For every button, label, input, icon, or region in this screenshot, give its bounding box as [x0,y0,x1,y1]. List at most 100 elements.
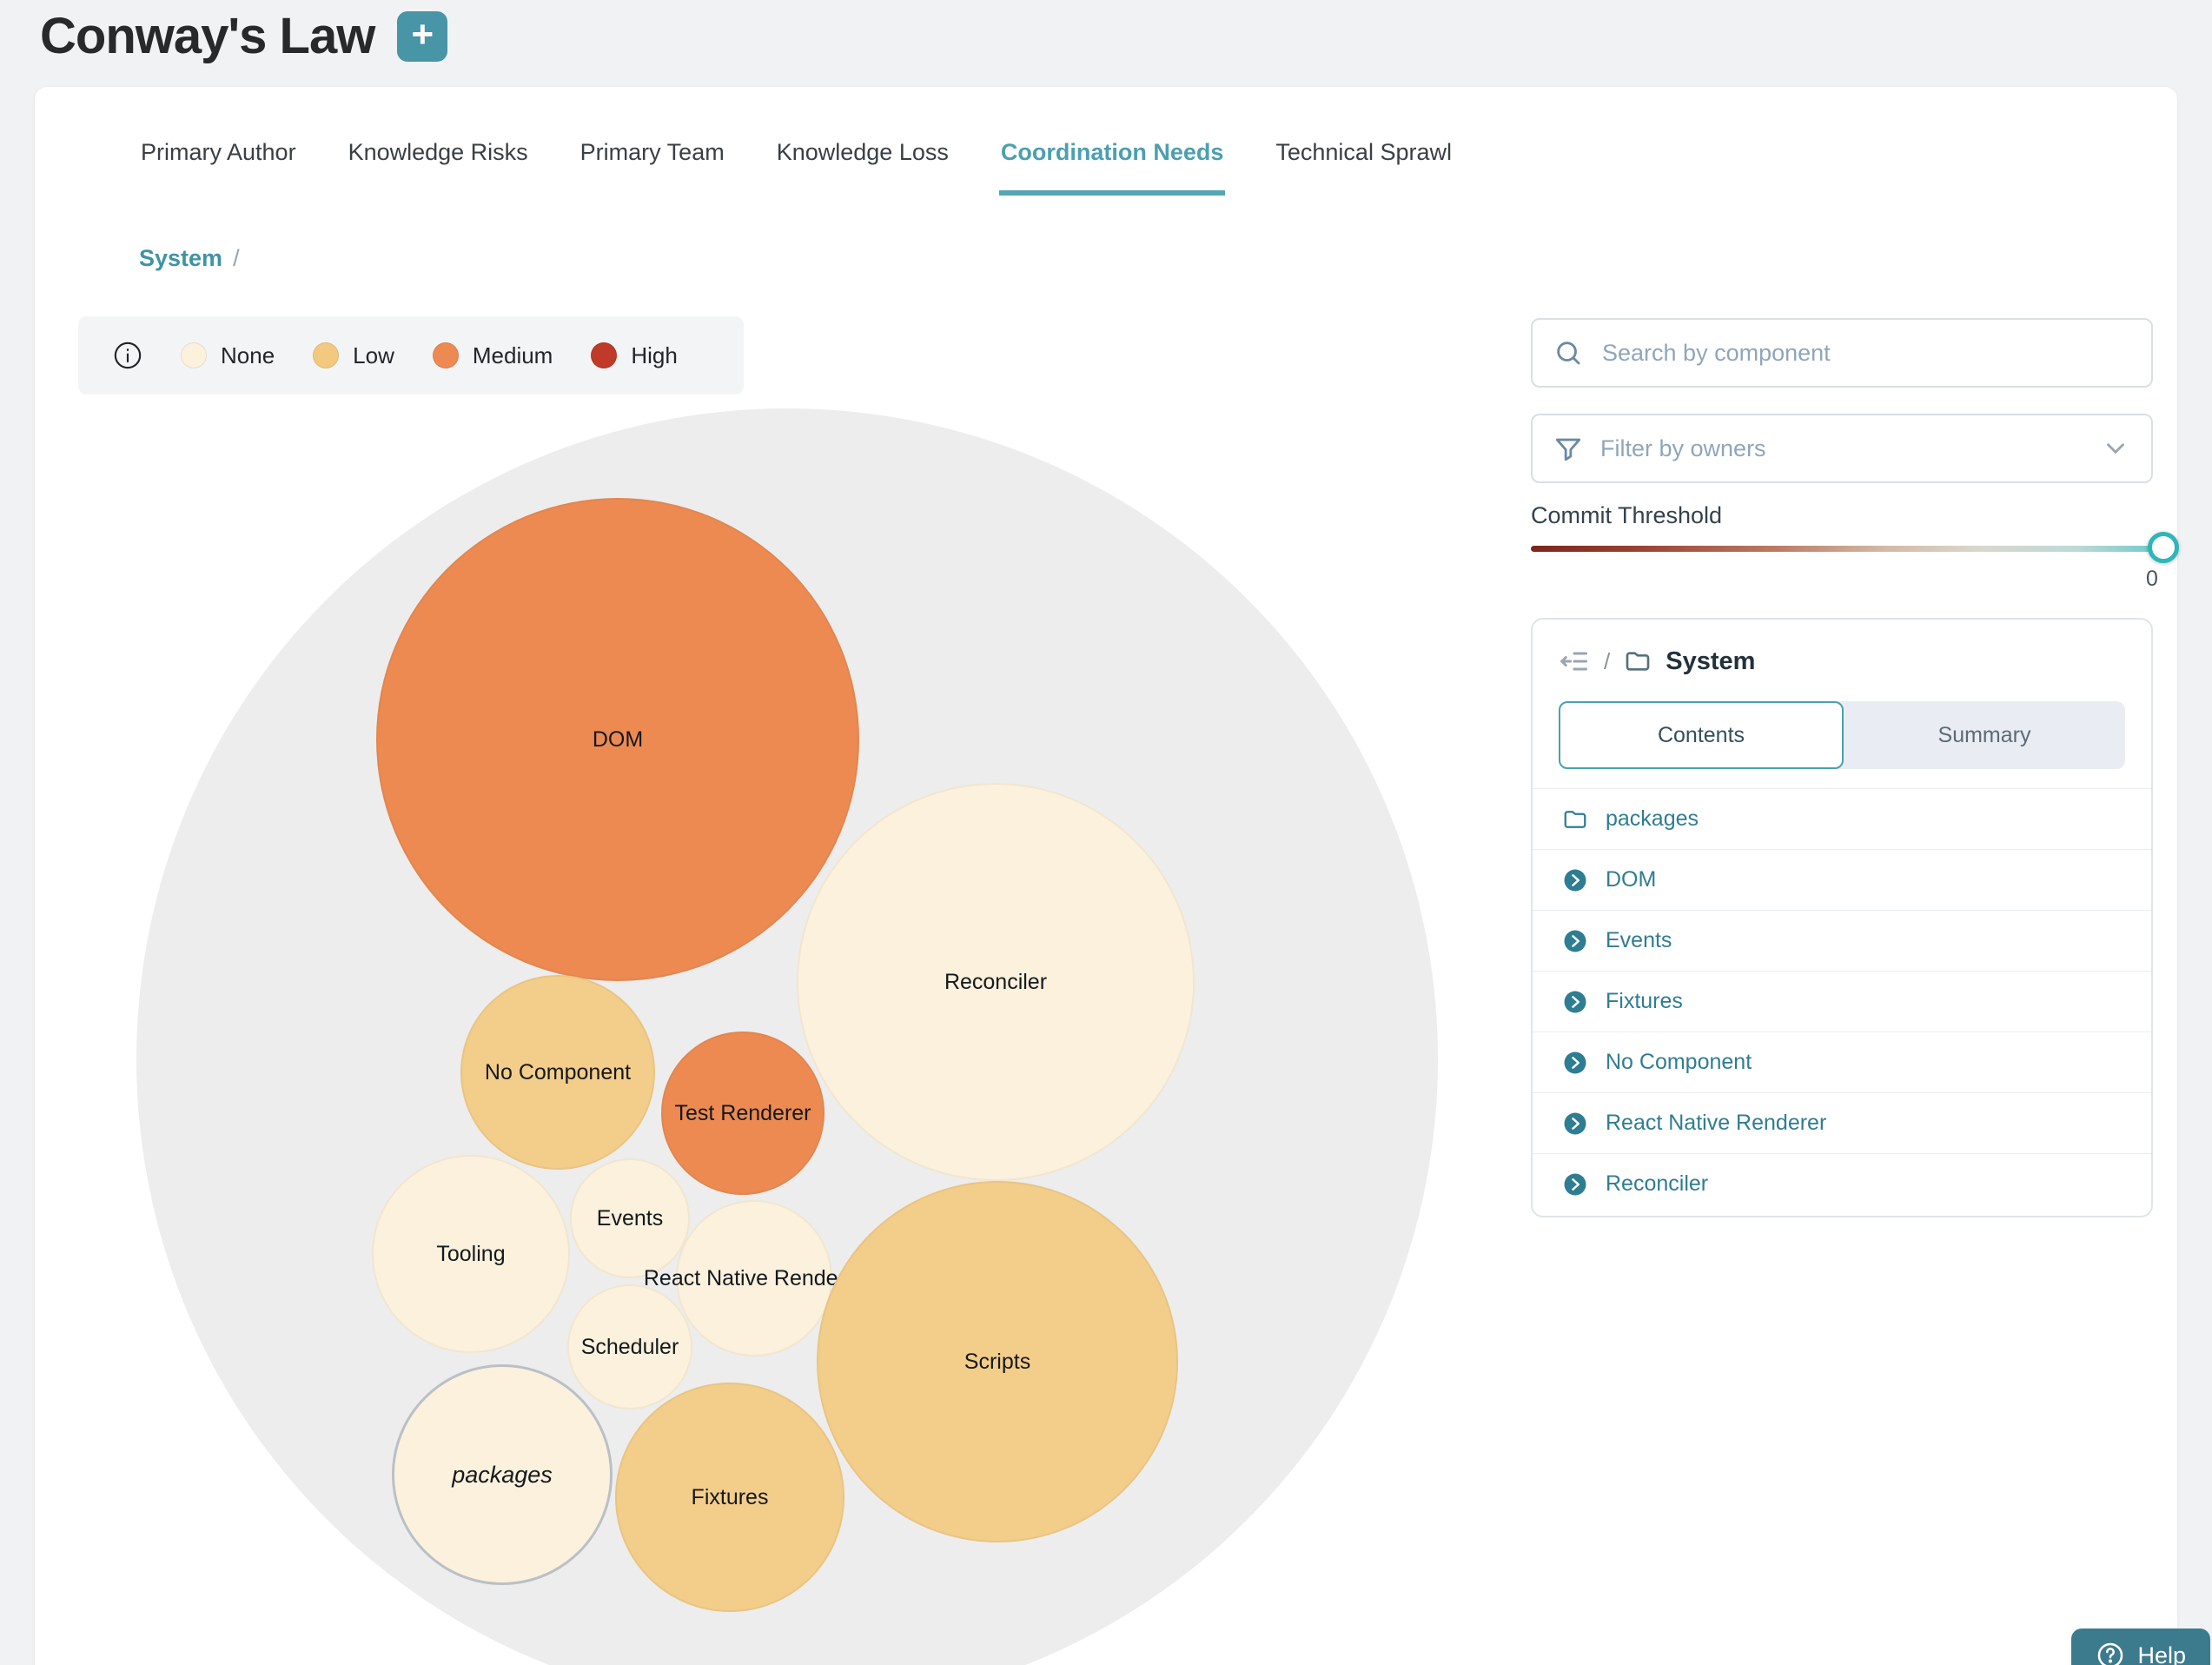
chevron-down-icon [2101,434,2130,463]
list-item-label: DOM [1606,867,1656,892]
bubble-label: No Component [485,1060,631,1085]
bubble-reconciler[interactable]: Reconciler [797,783,1195,1181]
back-icon[interactable] [1559,646,1590,677]
help-button[interactable]: Help [2071,1629,2210,1665]
filter-label: Filter by owners [1600,435,2083,462]
tab-bar: Primary Author Knowledge Risks Primary Tea… [139,132,1454,196]
legend-dot [433,342,459,368]
panel-tab-summary[interactable]: Summary [1844,701,2125,769]
bubble-react-native-renderer[interactable]: React Native Renderer [676,1200,832,1357]
bubble-scripts[interactable]: Scripts [817,1181,1178,1542]
tab-technical-sprawl[interactable]: Technical Sprawl [1274,132,1454,196]
bubble-label: Events [597,1206,663,1231]
path-separator: / [1604,648,1610,675]
bubble-label: Scheduler [581,1335,679,1360]
plus-icon: + [411,16,434,54]
panel-header: / System [1533,620,2151,677]
tab-primary-author[interactable]: Primary Author [139,132,298,196]
legend-dot [313,342,339,368]
component-search [1531,318,2153,388]
component-icon [1562,989,1588,1015]
list-item-no-component[interactable]: No Component [1533,1032,2151,1092]
slider-value: 0 [2146,567,2158,592]
risk-legend: None Low Medium High [78,316,744,395]
component-icon [1562,867,1588,893]
tab-knowledge-loss[interactable]: Knowledge Loss [775,132,950,196]
bubble-scheduler[interactable]: Scheduler [567,1284,692,1410]
search-input[interactable] [1600,339,2130,368]
legend-items: None Low Medium High [181,342,678,369]
tab-knowledge-risks[interactable]: Knowledge Risks [347,132,530,196]
legend-item-high: High [591,342,677,369]
search-icon [1553,338,1583,368]
list-item-events[interactable]: Events [1533,910,2151,971]
list-item-label: packages [1606,806,1699,832]
bubble-no-component[interactable]: No Component [460,975,655,1170]
bubble-label: Reconciler [944,970,1047,995]
folder-icon [1562,806,1588,832]
bubble-tooling[interactable]: Tooling [372,1155,570,1353]
list-item-packages[interactable]: packages [1533,788,2151,849]
bubble-chart[interactable]: DOM Reconciler No Component Test Renderer Ev… [136,408,1438,1665]
tab-primary-team[interactable]: Primary Team [579,132,726,196]
list-item-react-native-renderer[interactable]: React Native Renderer [1533,1092,2151,1153]
component-icon [1562,928,1588,954]
contents-list: packages DOM Events Fixtures No Component Rea… [1533,788,2151,1214]
legend-dot [591,342,617,368]
legend-label: High [631,342,677,369]
commit-threshold-label: Commit Threshold [1531,502,1722,529]
bubble-events[interactable]: Events [570,1158,690,1278]
bubble-dom[interactable]: DOM [376,498,859,981]
help-label: Help [2137,1642,2186,1665]
list-item-reconciler[interactable]: Reconciler [1533,1153,2151,1214]
component-icon [1562,1111,1588,1137]
slider-handle[interactable] [2148,532,2179,563]
bubble-label: Scripts [964,1350,1030,1375]
app-header: Conway's Law + [40,7,447,65]
legend-dot [181,342,207,368]
breadcrumb-system[interactable]: System [139,245,222,272]
list-item-label: Fixtures [1606,989,1683,1014]
panel-title: System [1666,647,1755,676]
add-button[interactable]: + [397,11,447,62]
panel-tab-label: Contents [1658,723,1745,748]
breadcrumb-separator: / [233,245,240,272]
bubble-fixtures[interactable]: Fixtures [615,1383,844,1612]
legend-label: None [221,342,275,369]
legend-item-low: Low [313,342,394,369]
commit-threshold-slider[interactable] [1531,546,2174,552]
owner-filter[interactable]: Filter by owners [1531,414,2153,483]
bubble-test-renderer[interactable]: Test Renderer [661,1032,825,1195]
breadcrumb: System / [139,245,240,272]
list-item-label: Events [1606,928,1672,953]
list-item-fixtures[interactable]: Fixtures [1533,971,2151,1032]
bubble-label: packages [452,1462,553,1489]
bubble-label: React Native Renderer [644,1266,864,1291]
list-item-label: No Component [1606,1050,1752,1075]
legend-label: Low [353,342,394,369]
legend-item-none: None [181,342,275,369]
bubble-label: Tooling [436,1242,505,1267]
explorer-panel: / System Contents Summary packages DOM Even… [1531,618,2153,1217]
panel-tabs: Contents Summary [1559,701,2125,769]
conways-law-app: { "page": { "title": "Conway's Law" }, "… [0,0,2212,1665]
bubble-packages[interactable]: packages [392,1364,613,1585]
panel-tab-label: Summary [1938,723,2031,748]
folder-icon [1624,647,1652,675]
list-item-dom[interactable]: DOM [1533,849,2151,910]
page-title: Conway's Law [40,7,374,65]
bubble-label: Test Renderer [674,1101,811,1126]
bubble-label: Fixtures [692,1485,769,1510]
tab-coordination-needs[interactable]: Coordination Needs [999,132,1226,196]
bubble-label: DOM [593,727,643,753]
legend-item-medium: Medium [433,342,553,369]
list-item-label: Reconciler [1606,1171,1708,1197]
help-icon [2096,1641,2125,1665]
filter-icon [1553,434,1583,463]
panel-tab-contents[interactable]: Contents [1559,701,1844,769]
component-icon [1562,1050,1588,1076]
legend-label: Medium [473,342,553,369]
info-icon[interactable] [113,341,142,370]
list-item-label: React Native Renderer [1606,1111,1826,1136]
component-icon [1562,1171,1588,1197]
